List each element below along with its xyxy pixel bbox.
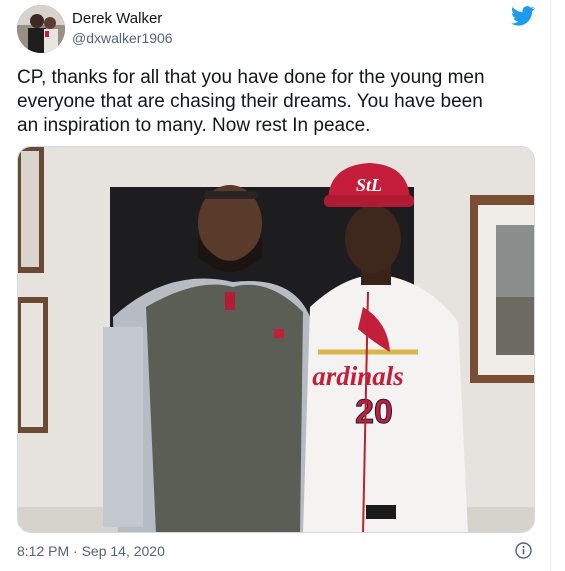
tweet-line: CP, thanks for all that you have done fo… [17,67,485,88]
cap-logo: StL [356,175,382,195]
info-icon[interactable] [515,542,532,559]
jersey-script: ardinals [312,361,404,391]
avatar[interactable] [17,5,65,53]
tweet-line: everyone that are chasing their dreams. … [17,91,483,112]
twitter-bird-icon[interactable] [511,6,535,26]
photo-scene: StL ardinals 20 [18,147,534,532]
author-name[interactable]: Derek Walker [72,10,162,27]
jersey-number: 20 [355,393,393,431]
tweet-timestamp[interactable]: 8:12 PM · Sep 14, 2020 [17,543,165,559]
tweet-text: CP, thanks for all that you have done fo… [17,66,537,138]
tweet-card: Derek Walker @dxwalker1906 CP, thanks fo… [0,0,551,571]
author-handle[interactable]: @dxwalker1906 [72,30,173,46]
avatar-photo [17,5,65,53]
tweet-line: an inspiration to many. Now rest In peac… [17,115,371,136]
tweet-photo[interactable]: StL ardinals 20 [17,146,535,533]
